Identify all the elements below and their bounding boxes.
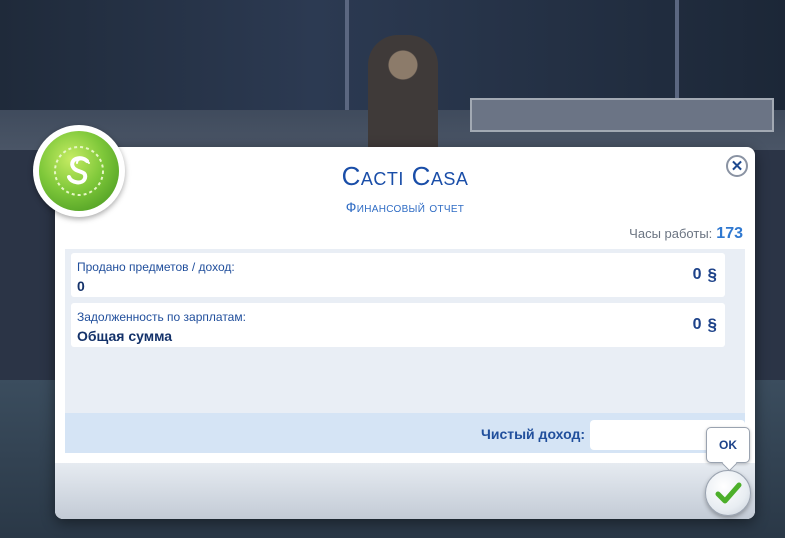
report-panel: Продано предметов / доход: 0 0 § Задолже… — [65, 249, 745, 453]
wages-amount: 0 § — [693, 315, 717, 335]
work-hours: Часы работы: 173 — [629, 225, 743, 243]
simoleon-icon: § — [707, 315, 717, 334]
dialog-footer — [55, 463, 755, 519]
work-hours-value: 173 — [716, 225, 743, 242]
report-row-wages: Задолженность по зарплатам: Общая сумма … — [71, 303, 725, 347]
finance-report-dialog: Cacti Casa Финансовый отчет ✕ Часы работ… — [55, 147, 755, 519]
close-icon: ✕ — [730, 158, 744, 175]
sales-amount: 0 § — [693, 265, 717, 285]
net-income-row: Чистый доход: 0 — [65, 413, 745, 453]
business-badge — [33, 125, 125, 217]
sales-label: Продано предметов / доход: — [77, 260, 235, 274]
close-button[interactable]: ✕ — [726, 155, 748, 177]
background-sim — [368, 35, 438, 155]
wages-amount-value: 0 — [692, 316, 702, 333]
checkmark-icon — [715, 482, 742, 504]
confirm-button[interactable] — [705, 470, 751, 516]
background-pillar — [345, 0, 349, 110]
simoleon-icon: § — [707, 265, 717, 284]
simoleon-emblem-icon — [39, 131, 119, 211]
wages-label: Задолженность по зарплатам: — [77, 310, 246, 324]
report-subtitle: Финансовый отчет — [345, 199, 465, 215]
wages-value: Общая сумма — [77, 328, 173, 344]
ok-tooltip: OK — [706, 427, 750, 463]
background-pillar — [675, 0, 679, 110]
business-title: Cacti Casa — [341, 161, 469, 191]
sales-amount-value: 0 — [692, 266, 702, 283]
report-row-sales: Продано предметов / доход: 0 0 § — [71, 253, 725, 297]
net-income-label: Чистый доход: — [481, 426, 585, 442]
background-table — [470, 98, 774, 132]
sales-value: 0 — [77, 278, 85, 294]
work-hours-label: Часы работы: — [629, 226, 713, 241]
